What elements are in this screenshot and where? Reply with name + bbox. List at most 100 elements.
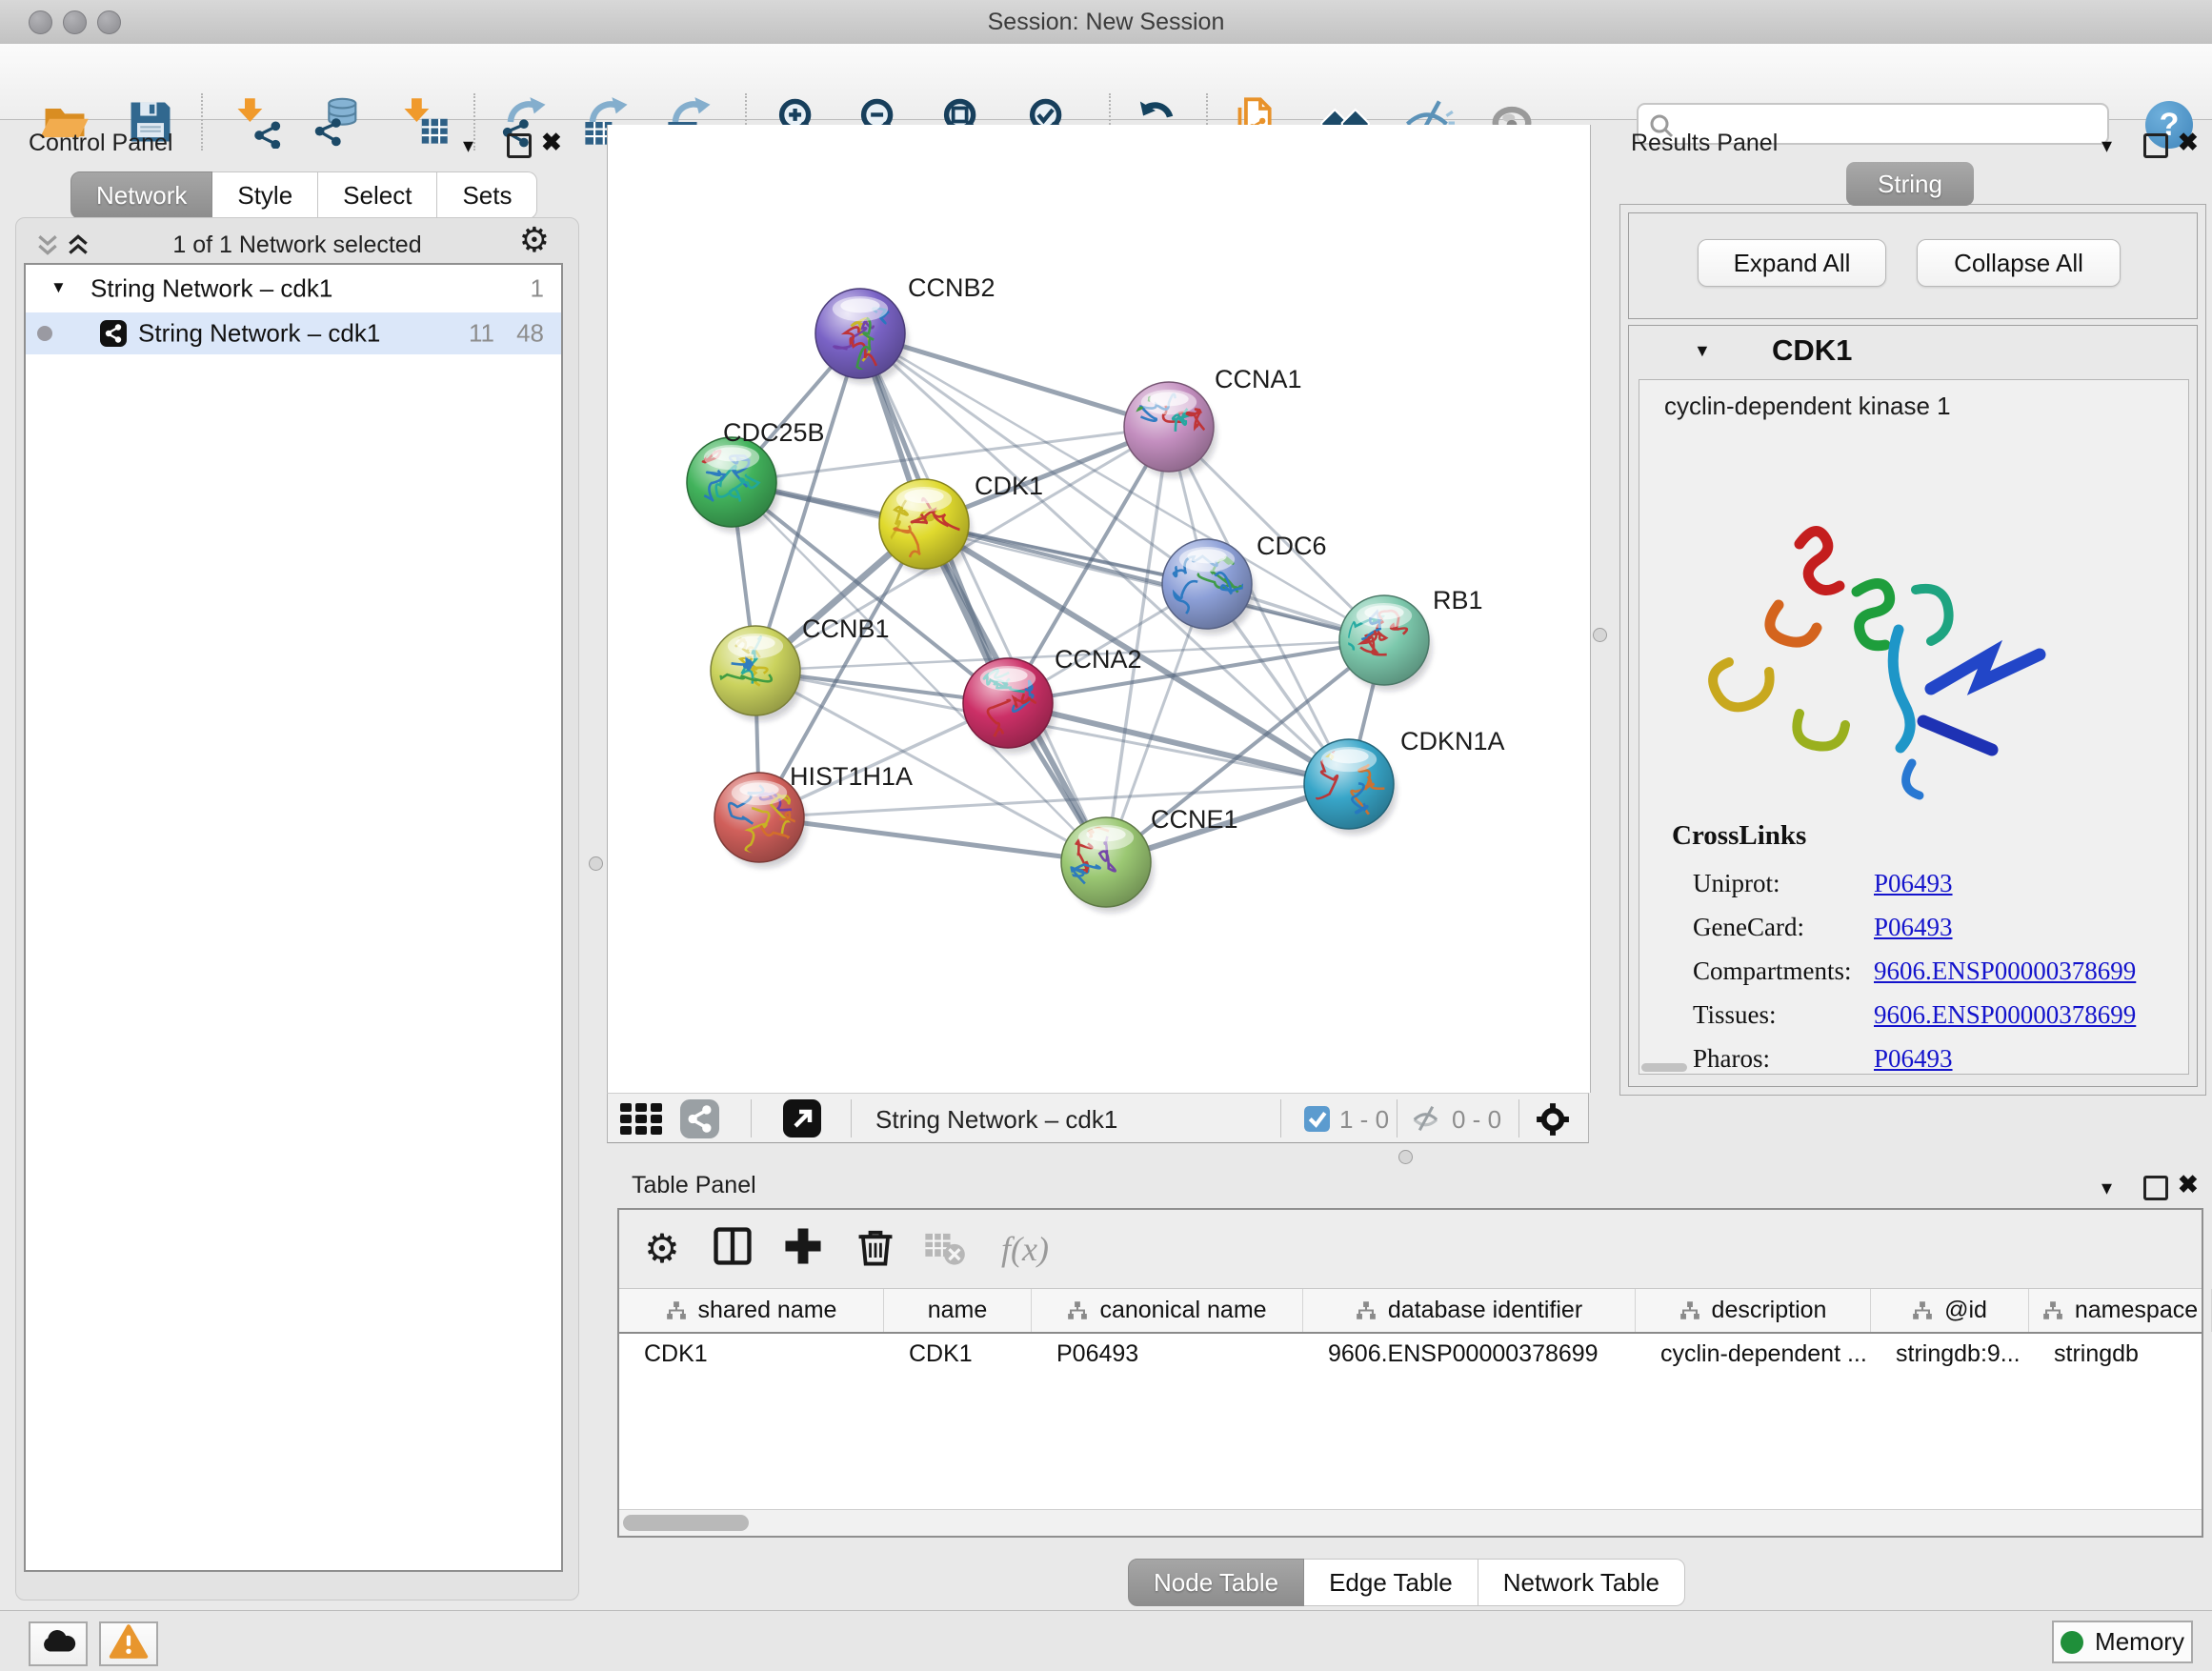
results-hscroll-thumb[interactable] bbox=[1641, 1063, 1687, 1072]
tab-edge-table[interactable]: Edge Table bbox=[1304, 1559, 1478, 1606]
entry-detail: cyclin-dependent kinase 1 bbox=[1639, 379, 2189, 1075]
delete-table-button[interactable] bbox=[918, 1223, 970, 1275]
table-cell[interactable]: P06493 bbox=[1032, 1334, 1303, 1374]
table-cell[interactable]: cyclin-dependent ... bbox=[1636, 1334, 1871, 1374]
table-cell[interactable]: CDK1 bbox=[884, 1334, 1032, 1374]
column-header-database-identifier[interactable]: database identifier bbox=[1303, 1289, 1636, 1332]
network-canvas[interactable]: CCNB2CCNA1CDC25BCDK1CDC6RB1CCNB1CCNA2CDK… bbox=[607, 125, 1591, 1093]
table-body: CDK1CDK1P064939606.ENSP00000378699cyclin… bbox=[619, 1334, 2202, 1509]
left-splitter-handle[interactable] bbox=[589, 856, 603, 871]
tab-network[interactable]: Network bbox=[70, 171, 212, 219]
crosslink-link[interactable]: P06493 bbox=[1874, 869, 1953, 898]
toolbar-separator bbox=[201, 93, 203, 151]
delete-column-button[interactable] bbox=[850, 1223, 901, 1275]
control-panel-float-button[interactable] bbox=[507, 133, 532, 158]
crosshair-move-icon[interactable] bbox=[1532, 1098, 1574, 1140]
collection-label: String Network – cdk1 bbox=[90, 274, 332, 304]
node-RB1[interactable]: RB1 bbox=[1339, 586, 1483, 691]
table-row[interactable]: CDK1CDK1P064939606.ENSP00000378699cyclin… bbox=[619, 1334, 2202, 1374]
column-header-description[interactable]: description bbox=[1636, 1289, 1871, 1332]
crosslink-link[interactable]: P06493 bbox=[1874, 913, 1953, 942]
cloud-button[interactable] bbox=[29, 1621, 88, 1666]
tab-style[interactable]: Style bbox=[212, 171, 318, 219]
crosslink-link[interactable]: P06493 bbox=[1874, 1044, 1953, 1074]
network-tab-content: 1 of 1 Network selected ⚙ ▼ String Netwo… bbox=[15, 217, 579, 1601]
network-label: String Network – cdk1 bbox=[138, 319, 380, 349]
node-CDKN1A[interactable]: CDKN1A bbox=[1304, 727, 1505, 835]
tab-network-table[interactable]: Network Table bbox=[1478, 1559, 1685, 1606]
network-share-icon bbox=[100, 320, 127, 347]
table-hscrollbar bbox=[619, 1509, 2202, 1536]
gear-icon[interactable]: ⚙ bbox=[519, 224, 550, 258]
results-panel-menu-icon[interactable]: ▾ bbox=[2101, 133, 2112, 158]
network-graph[interactable]: CCNB2CCNA1CDC25BCDK1CDC6RB1CCNB1CCNA2CDK… bbox=[608, 125, 1590, 1093]
network-view-toolbar: String Network – cdk1 1 - 0 0 - 0 bbox=[607, 1093, 1589, 1143]
table-settings-button[interactable]: ⚙ bbox=[636, 1223, 688, 1275]
tab-string[interactable]: String bbox=[1846, 162, 1974, 206]
table-cell[interactable]: CDK1 bbox=[619, 1334, 884, 1374]
table-panel-float-button[interactable] bbox=[2143, 1176, 2168, 1200]
collapse-all-button[interactable]: Collapse All bbox=[1917, 239, 2121, 287]
table-panel-menu-icon[interactable]: ▾ bbox=[2101, 1176, 2112, 1200]
database-import-icon bbox=[312, 95, 365, 149]
import-network-database-button[interactable] bbox=[312, 95, 365, 149]
node-label-CCNB2: CCNB2 bbox=[908, 273, 995, 302]
right-splitter-handle[interactable] bbox=[1593, 628, 1607, 642]
node-CDK1[interactable]: CDK1 bbox=[879, 472, 1043, 574]
memory-button[interactable]: Memory bbox=[2052, 1621, 2193, 1663]
crosslink-link[interactable]: 9606.ENSP00000378699 bbox=[1874, 1000, 2136, 1030]
edge-HIST1H1A-CCNE1[interactable] bbox=[759, 817, 1106, 862]
warnings-button[interactable] bbox=[99, 1621, 158, 1666]
import-table-button[interactable] bbox=[398, 95, 452, 149]
control-panel-close-button[interactable]: ✖ bbox=[541, 128, 562, 157]
results-panel-float-button[interactable] bbox=[2143, 133, 2168, 158]
node-label-CDKN1A: CDKN1A bbox=[1400, 727, 1505, 755]
results-panel-close-button[interactable]: ✖ bbox=[2178, 128, 2199, 157]
column-header-namespace[interactable]: namespace bbox=[2029, 1289, 2212, 1332]
separator bbox=[851, 1099, 852, 1137]
network-view-icon[interactable] bbox=[680, 1099, 719, 1138]
table-cell[interactable]: stringdb:9... bbox=[1871, 1334, 2029, 1374]
memory-label: Memory bbox=[2095, 1627, 2184, 1657]
crosslink-row: Compartments:9606.ENSP00000378699 bbox=[1693, 949, 2136, 993]
crosslink-link[interactable]: 9606.ENSP00000378699 bbox=[1874, 956, 2136, 986]
function-builder-button[interactable]: f(x) bbox=[987, 1223, 1063, 1275]
column-header-@id[interactable]: @id bbox=[1871, 1289, 2029, 1332]
table-cell[interactable]: stringdb bbox=[2029, 1334, 2202, 1374]
table-toolbar: ⚙ f(x) bbox=[619, 1210, 2202, 1289]
table-panel-close-button[interactable]: ✖ bbox=[2178, 1170, 2199, 1199]
add-column-button[interactable] bbox=[777, 1223, 829, 1275]
tab-node-table[interactable]: Node Table bbox=[1128, 1559, 1304, 1606]
import-network-file-button[interactable] bbox=[231, 95, 285, 149]
table-cell[interactable]: 9606.ENSP00000378699 bbox=[1303, 1334, 1636, 1374]
node-CCNE1[interactable]: CCNE1 bbox=[1031, 805, 1237, 913]
network-edge-count: 48 bbox=[516, 319, 544, 349]
open-in-window-icon[interactable] bbox=[783, 1099, 821, 1137]
protein-structure-image bbox=[1687, 487, 2049, 830]
network-selection-status: 1 of 1 Network selected bbox=[16, 232, 578, 259]
show-columns-button[interactable] bbox=[707, 1223, 758, 1275]
separator bbox=[1280, 1099, 1281, 1137]
expand-all-button[interactable]: Expand All bbox=[1698, 239, 1886, 287]
control-panel-menu-icon[interactable]: ▾ bbox=[463, 133, 473, 158]
hidden-eye-slash-icon[interactable] bbox=[1409, 1103, 1443, 1134]
network-row-selected[interactable]: String Network – cdk1 11 48 bbox=[26, 312, 561, 354]
tab-sets[interactable]: Sets bbox=[437, 171, 537, 219]
selected-checkbox-icon[interactable] bbox=[1304, 1106, 1330, 1132]
column-header-shared-name[interactable]: shared name bbox=[619, 1289, 884, 1332]
entry-description: cyclin-dependent kinase 1 bbox=[1664, 392, 1951, 421]
entry-expander-icon[interactable]: ▼ bbox=[1694, 341, 1711, 361]
crosslink-row: Tissues:9606.ENSP00000378699 bbox=[1693, 993, 2136, 1037]
tab-select[interactable]: Select bbox=[318, 171, 437, 219]
control-panel-title: Control Panel bbox=[29, 130, 172, 157]
network-collection-row[interactable]: ▼ String Network – cdk1 1 bbox=[26, 265, 561, 312]
table-hscroll-thumb[interactable] bbox=[623, 1515, 749, 1531]
collection-expander-icon[interactable]: ▼ bbox=[50, 278, 67, 297]
grid-view-icon[interactable] bbox=[620, 1103, 666, 1136]
horizontal-splitter-handle[interactable] bbox=[1398, 1150, 1413, 1164]
column-header-name[interactable]: name bbox=[884, 1289, 1032, 1332]
network-tree: ▼ String Network – cdk1 1 String Network… bbox=[24, 263, 563, 1572]
node-CCNA1[interactable]: CCNA1 bbox=[1121, 365, 1301, 477]
node-label-CDC6: CDC6 bbox=[1257, 532, 1327, 560]
column-header-canonical-name[interactable]: canonical name bbox=[1032, 1289, 1303, 1332]
